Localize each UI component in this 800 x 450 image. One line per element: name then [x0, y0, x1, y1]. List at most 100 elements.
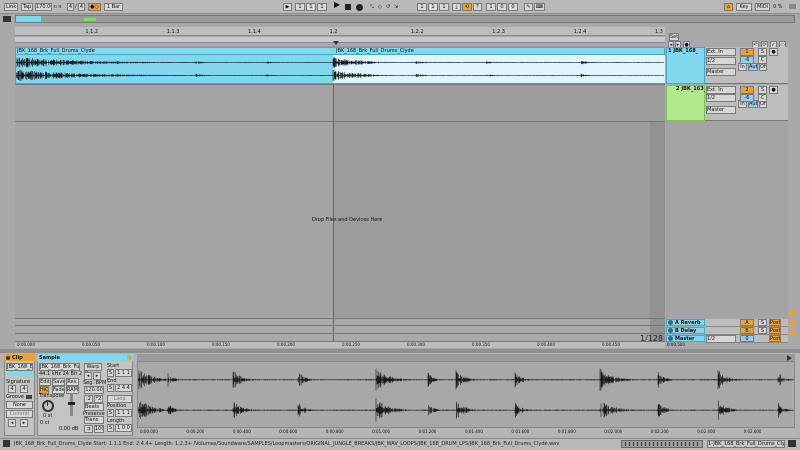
- quantize-menu[interactable]: 1 Bar: [104, 3, 123, 11]
- transients-menu[interactable]: Trans: [84, 416, 104, 424]
- metronome-button[interactable]: ●○: [88, 3, 101, 11]
- play-icon[interactable]: ▶: [334, 2, 340, 8]
- commit-button[interactable]: Commit: [6, 410, 33, 418]
- tap-button[interactable]: Tap: [21, 3, 33, 11]
- length-set-button[interactable]: S: [107, 424, 114, 432]
- track1-input-type[interactable]: Ext. In: [706, 48, 736, 56]
- clip-name-field[interactable]: JBK_168_Br: [6, 363, 33, 371]
- track2-activator[interactable]: 2: [740, 86, 754, 94]
- clip-color-swatch[interactable]: [6, 372, 33, 376]
- sample-editor-ruler[interactable]: [137, 354, 795, 362]
- stop-icon[interactable]: [345, 4, 351, 10]
- gain-slider-thumb[interactable]: [68, 402, 75, 405]
- sample-dropdown-icon[interactable]: [127, 355, 132, 360]
- record-icon[interactable]: [356, 4, 363, 11]
- loop-start-beats[interactable]: 1: [428, 3, 438, 11]
- re-enable-automation-icon[interactable]: ↺: [386, 4, 390, 10]
- follow-icon[interactable]: ▶: [283, 3, 292, 11]
- sample-name-field[interactable]: JBK_168_Brk_Full: [39, 363, 80, 371]
- capture-icon[interactable]: ⇲: [394, 4, 398, 10]
- track1-title[interactable]: 1 JBK_168_: [668, 48, 698, 54]
- track2-input-channel[interactable]: 1/2: [706, 94, 736, 102]
- end-set-button[interactable]: S: [107, 384, 114, 392]
- overdub-icon[interactable]: ⤡: [370, 4, 374, 10]
- info-toggle-icon[interactable]: [3, 440, 10, 447]
- return-activator[interactable]: A: [740, 319, 754, 326]
- sample-reverse-button[interactable]: Rev.: [66, 378, 79, 386]
- return-pre-post[interactable]: Post: [769, 335, 781, 342]
- return-solo[interactable]: S: [758, 319, 767, 326]
- return-solo[interactable]: S: [758, 327, 767, 334]
- master-output[interactable]: 1/2: [706, 335, 736, 343]
- set-button[interactable]: Set: [669, 33, 679, 41]
- return-pre-post[interactable]: Post: [769, 327, 781, 334]
- track1-monitor-in[interactable]: In: [738, 63, 747, 71]
- end-field[interactable]: 2 4 4: [115, 384, 132, 392]
- key-map-icon[interactable]: ⌂: [724, 3, 733, 11]
- position-set-button[interactable]: S: [107, 409, 114, 417]
- track1-arm-icon[interactable]: ●: [769, 48, 778, 56]
- gain-slider[interactable]: [70, 394, 73, 416]
- start-field[interactable]: 1 1 1: [115, 369, 132, 377]
- ram-button[interactable]: RAM: [66, 386, 79, 394]
- scroll-down-icon[interactable]: [789, 320, 795, 326]
- signature-num[interactable]: 4: [8, 385, 16, 393]
- scroll-left-icon[interactable]: [789, 330, 795, 336]
- sample-edit-button[interactable]: Edit: [39, 378, 51, 386]
- return-fold-icon[interactable]: [668, 336, 673, 341]
- return-fold-icon[interactable]: [668, 328, 673, 333]
- return-pre-post[interactable]: Post: [769, 319, 781, 326]
- track1-monitor-auto[interactable]: Auto: [748, 63, 758, 71]
- track1-monitor-off[interactable]: Off: [759, 63, 767, 71]
- arr-position-bars[interactable]: 1: [295, 3, 305, 11]
- loop-length-bars[interactable]: 1: [486, 3, 496, 11]
- track2-solo[interactable]: S: [758, 86, 767, 94]
- beat-ruler[interactable]: [15, 27, 665, 36]
- half-tempo-button[interactable]: :2: [84, 395, 93, 403]
- warp-button[interactable]: Warp: [84, 363, 102, 371]
- track1-volume[interactable]: -6: [740, 56, 754, 64]
- playhead-marker-icon[interactable]: [333, 41, 339, 45]
- draw-mode-icon[interactable]: ✎: [524, 3, 533, 11]
- arrangement-overview[interactable]: [15, 15, 795, 23]
- track2-arm-icon[interactable]: ●: [769, 86, 778, 94]
- time-sig-num[interactable]: 4: [67, 3, 74, 11]
- track2-title[interactable]: 2 JBK_163_: [676, 86, 706, 92]
- loop-switch-icon[interactable]: ⟲: [462, 3, 472, 11]
- track1-solo[interactable]: S: [758, 48, 767, 56]
- return-volume[interactable]: 0: [740, 335, 754, 342]
- loop-brace[interactable]: [15, 37, 665, 43]
- transpose-knob[interactable]: [42, 400, 54, 412]
- groove-hot-swap-icon[interactable]: [26, 395, 32, 399]
- scroll-up-icon[interactable]: [789, 310, 795, 316]
- loop-mode-icon[interactable]: ⇉: [84, 425, 93, 433]
- key-map-button[interactable]: Key: [736, 3, 752, 11]
- arr-position-sixteenths[interactable]: 1: [317, 3, 327, 11]
- transpose-value[interactable]: 0 st: [43, 413, 52, 419]
- loop-button[interactable]: Loop: [107, 395, 132, 403]
- punch-in-icon[interactable]: ⤓: [452, 3, 461, 11]
- arrangement-view-toggle-icon[interactable]: [3, 16, 11, 22]
- time-ruler[interactable]: [15, 342, 665, 348]
- clip-nudge-back[interactable]: ◂: [8, 419, 16, 427]
- gain-value[interactable]: 0.00 dB: [59, 426, 78, 432]
- track1-output[interactable]: Master: [706, 68, 736, 76]
- return-fold-icon[interactable]: [668, 320, 673, 325]
- punch-out-icon[interactable]: ⤒: [473, 3, 482, 11]
- groove-menu[interactable]: None: [6, 401, 33, 409]
- sample-editor-end-marker-icon[interactable]: [787, 355, 792, 361]
- status-clip-label[interactable]: 1-JBK_168_Brk_Full_Drums_Clyde: [707, 440, 785, 448]
- midi-track-toggle-icon[interactable]: [788, 440, 796, 447]
- automation-arm-icon[interactable]: ◇: [378, 4, 382, 10]
- loop-length-sixteenths[interactable]: 0: [508, 3, 518, 11]
- track1-activator[interactable]: 1: [740, 48, 754, 56]
- sample-save-button[interactable]: Save: [52, 378, 65, 386]
- track2-input-type[interactable]: Ext. In: [706, 86, 736, 94]
- seg-bpm-field[interactable]: 120.00: [84, 386, 104, 394]
- envelope-value[interactable]: 100: [94, 425, 104, 433]
- signature-den[interactable]: 4: [20, 385, 28, 393]
- track2-pan[interactable]: C: [758, 94, 767, 102]
- arr-position-beats[interactable]: 1: [306, 3, 316, 11]
- tempo-field[interactable]: 170.00: [35, 3, 52, 11]
- nudge-icons[interactable]: ıı ıı: [54, 4, 61, 10]
